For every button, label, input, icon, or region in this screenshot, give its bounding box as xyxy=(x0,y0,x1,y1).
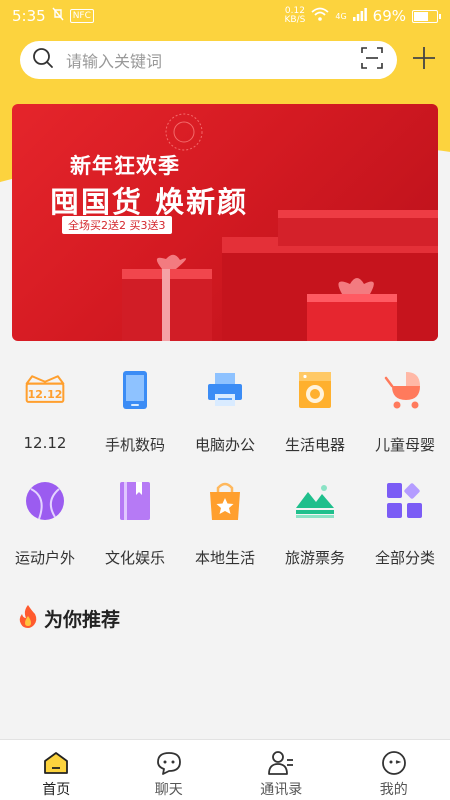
category-label: 运动户外 xyxy=(14,549,75,567)
category-culture[interactable]: 文化娱乐 xyxy=(90,475,180,590)
category-1212[interactable]: 12.12 12.12 xyxy=(0,360,90,475)
add-button[interactable] xyxy=(409,45,439,75)
mountain-icon xyxy=(293,479,337,523)
category-label: 12.12 xyxy=(23,434,67,452)
banner-headline: 新年狂欢季 xyxy=(70,154,180,178)
battery-percent: 69% xyxy=(372,7,406,25)
category-baby[interactable]: 儿童母婴 xyxy=(360,360,450,475)
category-row-1: 12.12 12.12 手机数码 电脑办公 生活电器 儿童母婴 xyxy=(0,360,450,475)
clock: 5:35 xyxy=(12,7,46,25)
silent-icon xyxy=(52,7,64,25)
category-label: 本地生活 xyxy=(194,549,255,567)
network-speed: 0.12 KB/S xyxy=(284,6,306,25)
all-categories-icon xyxy=(383,479,427,523)
recommend-title: 为你推荐 xyxy=(44,609,121,631)
shopping-bag-icon xyxy=(203,479,247,523)
wifi-icon xyxy=(311,7,329,25)
search-placeholder: 请输入关键词 xyxy=(66,52,163,71)
search-icon xyxy=(32,47,54,73)
recommend-header: 为你推荐 xyxy=(18,604,120,633)
tab-label: 通讯录 xyxy=(260,782,303,798)
ball-icon xyxy=(23,479,67,523)
svg-text:12.12: 12.12 xyxy=(28,388,63,401)
category-row-2: 运动户外 文化娱乐 本地生活 旅游票务 全部分类 xyxy=(0,475,450,590)
category-phone[interactable]: 手机数码 xyxy=(90,360,180,475)
category-grid: 12.12 12.12 手机数码 电脑办公 生活电器 儿童母婴 运动户外 文化娱… xyxy=(0,360,450,590)
nfc-icon: NFC xyxy=(69,9,94,23)
tab-contacts[interactable]: 通讯录 xyxy=(225,740,338,800)
plus-icon xyxy=(411,45,437,75)
tab-profile[interactable]: 我的 xyxy=(338,740,450,800)
category-label: 儿童母婴 xyxy=(374,436,435,454)
profile-icon xyxy=(380,749,408,777)
phone-icon xyxy=(113,368,157,412)
tab-label: 首页 xyxy=(42,782,71,798)
chat-icon xyxy=(155,749,183,777)
washing-machine-icon xyxy=(293,368,337,412)
category-appliance[interactable]: 生活电器 xyxy=(270,360,360,475)
category-label: 生活电器 xyxy=(284,436,345,454)
category-label: 电脑办公 xyxy=(194,436,255,454)
category-label: 手机数码 xyxy=(104,436,165,454)
tab-label: 我的 xyxy=(379,782,408,798)
home-icon xyxy=(42,749,70,777)
tab-chat[interactable]: 聊天 xyxy=(113,740,226,800)
tab-home[interactable]: 首页 xyxy=(0,740,113,800)
tab-label: 聊天 xyxy=(154,782,183,798)
scan-icon[interactable] xyxy=(361,47,383,73)
search-input[interactable]: 请输入关键词 xyxy=(20,41,397,79)
flame-icon xyxy=(18,604,38,633)
category-sports[interactable]: 运动户外 xyxy=(0,475,90,590)
stroller-icon xyxy=(383,368,427,412)
category-label: 全部分类 xyxy=(374,549,435,567)
bottom-tab-bar: 首页 聊天 通讯录 我的 xyxy=(0,739,450,800)
category-all[interactable]: 全部分类 xyxy=(360,475,450,590)
category-label: 文化娱乐 xyxy=(104,549,165,567)
search-row: 请输入关键词 xyxy=(20,41,440,79)
book-icon xyxy=(113,479,157,523)
category-label: 旅游票务 xyxy=(284,549,345,567)
printer-icon xyxy=(203,368,247,412)
signal-icon xyxy=(352,7,367,25)
contacts-icon xyxy=(267,749,295,777)
category-local[interactable]: 本地生活 xyxy=(180,475,270,590)
banner-tag: 全场买2送2 买3送3 xyxy=(62,216,172,234)
battery-icon xyxy=(412,9,441,23)
category-travel[interactable]: 旅游票务 xyxy=(270,475,360,590)
calendar-1212-icon: 12.12 xyxy=(23,368,67,412)
promo-banner[interactable]: 新年狂欢季 囤国货 焕新颜 全场买2送2 买3送3 xyxy=(12,104,438,341)
banner-title: 囤国货 焕新颜 xyxy=(50,185,249,219)
category-computer[interactable]: 电脑办公 xyxy=(180,360,270,475)
network-type: 4G xyxy=(335,11,347,21)
status-bar: 5:35 NFC 0.12 KB/S 4G 69% xyxy=(0,0,450,32)
